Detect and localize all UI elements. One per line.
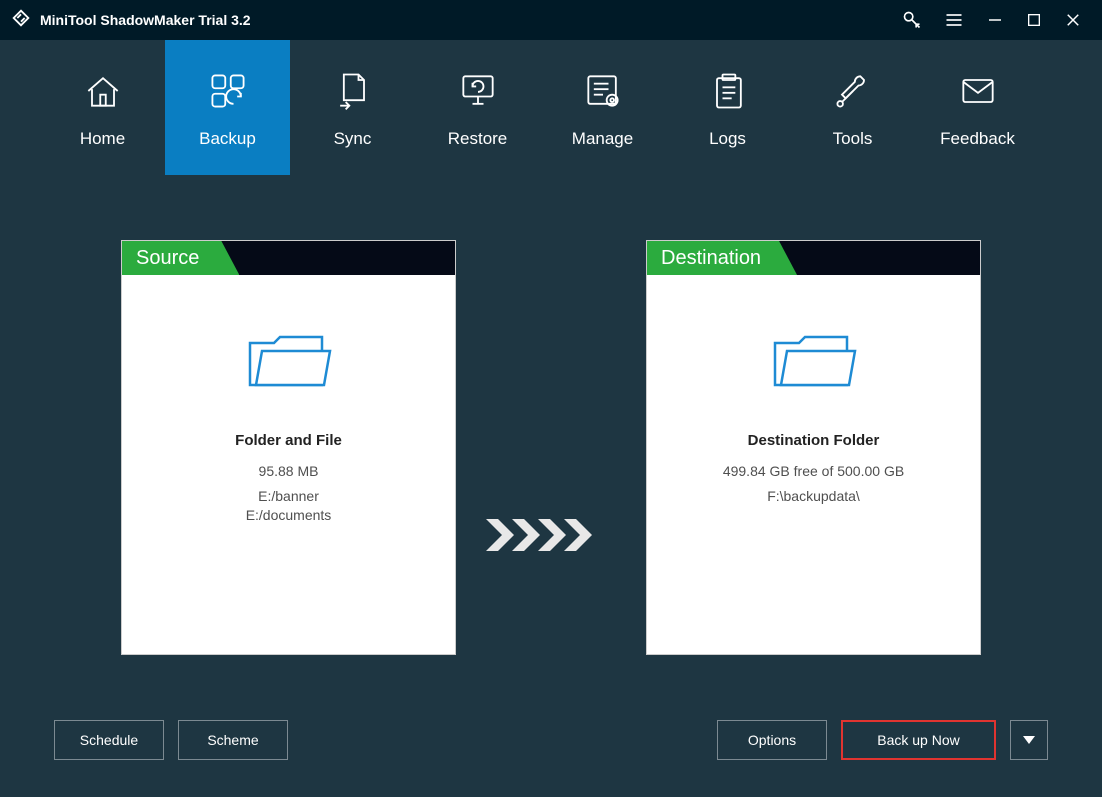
sync-icon [329, 67, 377, 115]
key-icon[interactable] [902, 10, 922, 30]
menu-icon[interactable] [944, 10, 964, 30]
destination-path: F:\backupdata\ [767, 487, 860, 506]
backup-dropdown-button[interactable] [1010, 720, 1048, 760]
titlebar-left: MiniTool ShadowMaker Trial 3.2 [10, 7, 251, 34]
nav-label: Home [80, 129, 125, 149]
nav-backup[interactable]: Backup [165, 40, 290, 175]
titlebar-controls [902, 10, 1092, 30]
tools-icon [829, 67, 877, 115]
caret-down-icon [1023, 731, 1035, 749]
app-title: MiniTool ShadowMaker Trial 3.2 [40, 12, 251, 28]
source-size: 95.88 MB [259, 463, 319, 479]
source-path-2: E:/documents [246, 506, 332, 525]
feedback-icon [954, 67, 1002, 115]
destination-body: Destination Folder 499.84 GB free of 500… [647, 275, 980, 506]
manage-icon [579, 67, 627, 115]
source-tab: Source [122, 241, 239, 275]
nav-label: Manage [572, 129, 633, 149]
backup-icon [204, 67, 252, 115]
main-nav: Home Backup Sync Restore Manage Logs [0, 40, 1102, 175]
source-path-1: E:/banner [258, 487, 319, 506]
nav-manage[interactable]: Manage [540, 40, 665, 175]
options-button[interactable]: Options [717, 720, 827, 760]
source-body: Folder and File 95.88 MB E:/banner E:/do… [122, 275, 455, 525]
source-header: Source [122, 241, 455, 275]
home-icon [79, 67, 127, 115]
folder-icon [769, 325, 859, 400]
destination-title: Destination Folder [748, 432, 880, 449]
restore-icon [454, 67, 502, 115]
nav-label: Logs [709, 129, 746, 149]
close-icon[interactable] [1064, 11, 1082, 29]
nav-label: Restore [448, 129, 508, 149]
main-content: Source Folder and File 95.88 MB E:/banne… [0, 175, 1102, 797]
backup-panels-row: Source Folder and File 95.88 MB E:/banne… [0, 240, 1102, 655]
chevrons-icon [486, 515, 616, 560]
nav-label: Feedback [940, 129, 1015, 149]
destination-size: 499.84 GB free of 500.00 GB [723, 463, 904, 479]
bottom-bar: Schedule Scheme Options Back up Now [0, 682, 1102, 797]
nav-sync[interactable]: Sync [290, 40, 415, 175]
source-title: Folder and File [235, 432, 342, 449]
nav-tools[interactable]: Tools [790, 40, 915, 175]
backup-now-button[interactable]: Back up Now [841, 720, 996, 760]
nav-restore[interactable]: Restore [415, 40, 540, 175]
minimize-icon[interactable] [986, 11, 1004, 29]
nav-spacer [0, 40, 40, 175]
folder-icon [244, 325, 334, 400]
nav-logs[interactable]: Logs [665, 40, 790, 175]
titlebar: MiniTool ShadowMaker Trial 3.2 [0, 0, 1102, 40]
destination-header: Destination [647, 241, 980, 275]
nav-home[interactable]: Home [40, 40, 165, 175]
nav-label: Tools [833, 129, 873, 149]
maximize-icon[interactable] [1026, 12, 1042, 28]
nav-label: Sync [334, 129, 372, 149]
source-panel[interactable]: Source Folder and File 95.88 MB E:/banne… [121, 240, 456, 655]
destination-panel[interactable]: Destination Destination Folder 499.84 GB… [646, 240, 981, 655]
nav-label: Backup [199, 129, 256, 149]
scheme-button[interactable]: Scheme [178, 720, 288, 760]
nav-feedback[interactable]: Feedback [915, 40, 1040, 175]
app-logo-icon [10, 7, 32, 34]
logs-icon [704, 67, 752, 115]
schedule-button[interactable]: Schedule [54, 720, 164, 760]
destination-tab: Destination [647, 241, 797, 275]
